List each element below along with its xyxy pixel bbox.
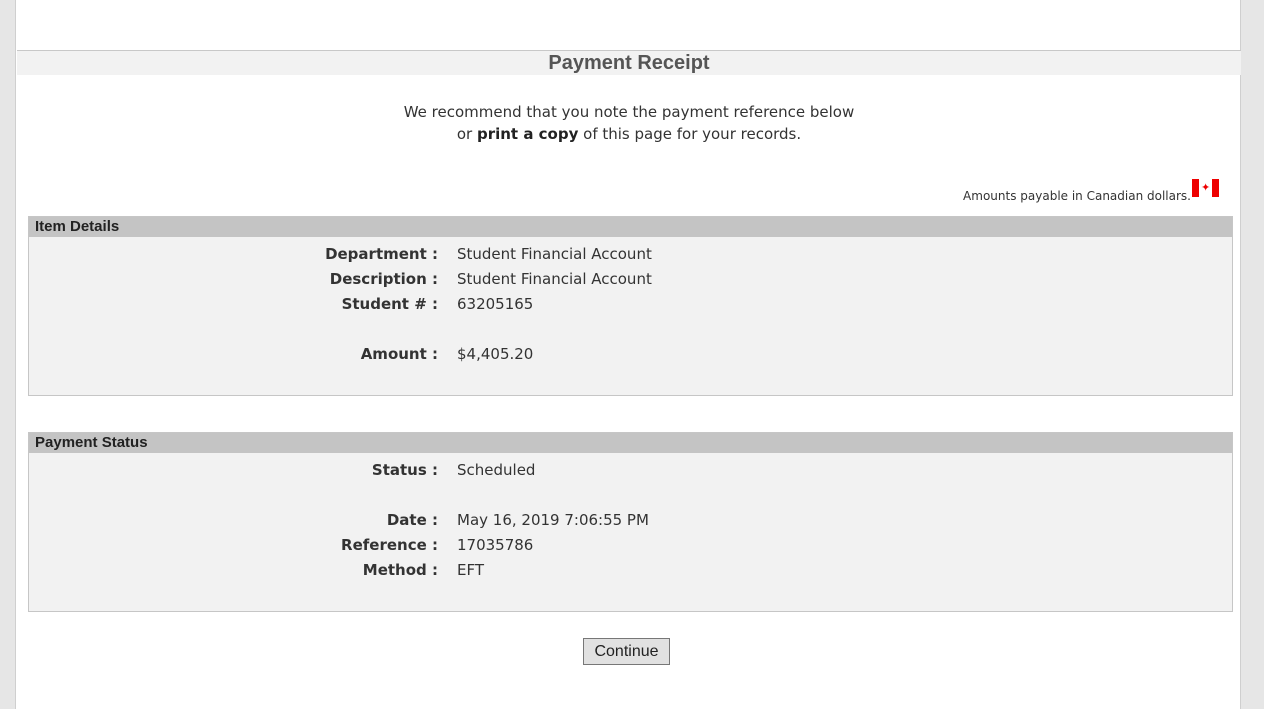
- continue-button[interactable]: Continue: [583, 638, 670, 665]
- item-details-section: Item Details Department : Student Financ…: [28, 216, 1233, 396]
- department-value: Student Financial Account: [457, 245, 652, 263]
- intro-line-1: We recommend that you note the payment r…: [403, 103, 855, 121]
- status-label: Status :: [371, 461, 438, 479]
- canada-flag-icon: ✦: [1192, 179, 1219, 197]
- description-row: Description : Student Financial Account: [29, 270, 1232, 295]
- date-value: May 16, 2019 7:06:55 PM: [457, 511, 649, 529]
- currency-note-text: Amounts payable in Canadian dollars.: [963, 189, 1191, 203]
- status-value: Scheduled: [457, 461, 536, 479]
- date-label: Date :: [386, 511, 438, 529]
- currency-note: Amounts payable in Canadian dollars. ✦: [963, 179, 1219, 203]
- intro-line-2-prefix: or: [456, 125, 477, 143]
- student-number-row: Student # : 63205165: [29, 295, 1232, 320]
- department-label: Department :: [325, 245, 438, 263]
- page-container: Payment Receipt We recommend that you no…: [15, 0, 1241, 709]
- description-value: Student Financial Account: [457, 270, 652, 288]
- maple-leaf-icon: ✦: [1201, 181, 1211, 194]
- description-label: Description :: [329, 270, 438, 288]
- reference-value: 17035786: [457, 536, 534, 554]
- receipt-panel: Payment Receipt We recommend that you no…: [17, 50, 1241, 709]
- payment-status-section: Payment Status Status : Scheduled Date :…: [28, 432, 1233, 612]
- flag-band-right: [1212, 179, 1219, 197]
- method-value: EFT: [457, 561, 485, 579]
- intro-line-2-suffix: of this page for your records.: [578, 125, 802, 143]
- student-number-value: 63205165: [457, 295, 534, 313]
- date-row: Date : May 16, 2019 7:06:55 PM: [29, 511, 1232, 536]
- amount-value: $4,405.20: [457, 345, 534, 363]
- intro-line-2: or print a copy of this page for your re…: [17, 123, 1241, 145]
- flag-band-left: [1192, 179, 1199, 197]
- department-row: Department : Student Financial Account: [29, 245, 1232, 270]
- method-label: Method :: [362, 561, 438, 579]
- status-row: Status : Scheduled: [29, 461, 1232, 486]
- student-number-label: Student # :: [341, 295, 438, 313]
- reference-row: Reference : 17035786: [29, 536, 1232, 561]
- amount-row: Amount : $4,405.20: [29, 345, 1232, 370]
- print-copy-text: print a copy: [476, 125, 579, 143]
- method-row: Method : EFT: [29, 561, 1232, 586]
- amount-label: Amount :: [360, 345, 438, 363]
- page-title: Payment Receipt: [17, 51, 1241, 75]
- intro-message: We recommend that you note the payment r…: [17, 101, 1241, 145]
- item-details-heading: Item Details: [29, 217, 1232, 237]
- reference-label: Reference :: [341, 536, 438, 554]
- payment-status-heading: Payment Status: [29, 433, 1232, 453]
